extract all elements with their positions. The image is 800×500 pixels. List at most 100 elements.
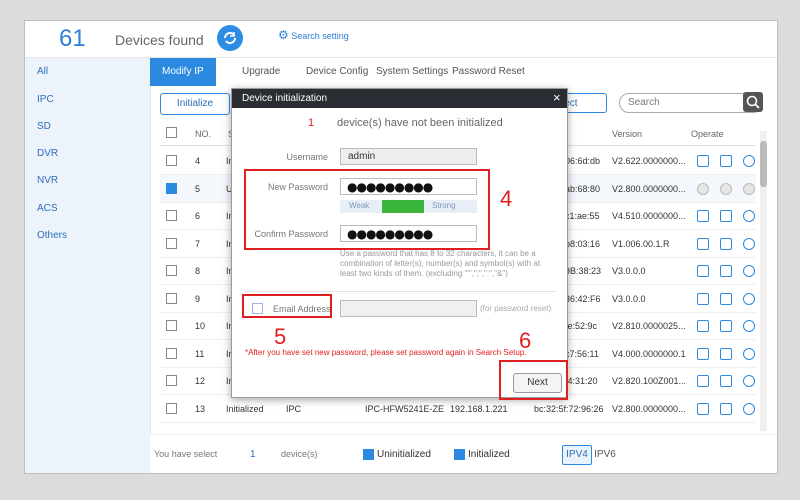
search-icon[interactable]: [743, 92, 763, 112]
details-icon[interactable]: [720, 182, 732, 195]
web-icon[interactable]: [743, 265, 755, 277]
tab-modify-ip[interactable]: Modify IP: [150, 58, 216, 86]
edit-icon[interactable]: [697, 375, 709, 387]
web-icon[interactable]: [743, 237, 755, 250]
details-icon[interactable]: [720, 320, 732, 332]
row-checkbox[interactable]: [166, 210, 177, 221]
details-icon[interactable]: [720, 155, 732, 167]
row-version: V2.810.0000025...: [612, 321, 686, 331]
web-icon[interactable]: [743, 375, 755, 387]
web-icon[interactable]: [743, 292, 755, 305]
username-label: Username: [286, 152, 328, 162]
select-summary-label: You have select: [154, 449, 218, 459]
row-checkbox[interactable]: [166, 320, 177, 331]
details-icon[interactable]: [720, 403, 732, 415]
row-mac: c7:56:11: [565, 348, 599, 359]
uninitialized-label: Uninitialized: [377, 449, 431, 460]
tab-system-settings[interactable]: System Settings: [376, 58, 448, 86]
row-mac: fe:52:9c: [565, 321, 598, 331]
row-mac: 06:6d:db: [565, 156, 601, 166]
sidebar-item-others[interactable]: Others: [25, 222, 150, 249]
details-icon[interactable]: [720, 375, 732, 387]
ipv4-toggle[interactable]: IPV4: [562, 445, 592, 465]
tab-upgrade[interactable]: Upgrade: [242, 58, 280, 86]
sidebar-item-nvr[interactable]: NVR: [25, 167, 150, 194]
sidebar-item-sd[interactable]: SD: [25, 113, 150, 140]
row-checkbox[interactable]: [166, 265, 177, 276]
scrollbar-thumb[interactable]: [760, 141, 767, 187]
uninitialized-checkbox[interactable]: [363, 449, 374, 460]
password-hint: Use a password that has 8 to 32 characte…: [340, 249, 541, 278]
search-input[interactable]: Search: [619, 93, 763, 113]
select-count: 1: [250, 449, 256, 460]
table-row[interactable]: 13 Initialized IPC IPC-HFW5241E-ZE 192.1…: [160, 395, 756, 423]
edit-icon[interactable]: [697, 292, 709, 305]
gear-icon: ⚙: [278, 28, 289, 42]
row-checkbox[interactable]: [166, 375, 177, 386]
row-no: 10: [195, 321, 206, 331]
web-icon[interactable]: [743, 403, 755, 415]
row-no: 5: [195, 183, 201, 194]
sidebar-item-dvr[interactable]: DVR: [25, 140, 150, 167]
row-checkbox[interactable]: [166, 347, 177, 359]
annotation-number-6: 6: [519, 328, 532, 353]
email-input[interactable]: [340, 300, 477, 317]
edit-icon[interactable]: [697, 320, 709, 332]
close-icon[interactable]: ×: [553, 90, 561, 105]
row-no: 6: [195, 211, 201, 221]
details-icon[interactable]: [720, 347, 732, 360]
footer-bar: You have select 1 device(s) Uninitialize…: [150, 434, 777, 473]
ipv6-toggle[interactable]: IPV6: [592, 446, 618, 464]
edit-icon[interactable]: [697, 210, 709, 222]
details-icon[interactable]: [720, 210, 732, 222]
row-version: V4.510.0000000...: [612, 211, 686, 221]
top-bar: 61 Devices found ⚙ Search setting: [25, 21, 777, 58]
row-checkbox[interactable]: [166, 292, 177, 304]
row-checkbox[interactable]: [166, 155, 177, 166]
row-checkbox[interactable]: [166, 237, 177, 249]
row-version: V2.622.0000000...: [612, 156, 686, 166]
edit-icon[interactable]: [697, 155, 709, 167]
row-no: 13: [195, 404, 206, 414]
row-checkbox[interactable]: [166, 182, 177, 194]
device-count: 61: [59, 25, 86, 52]
initialize-button[interactable]: Initialize: [160, 93, 230, 115]
select-all-checkbox[interactable]: [166, 127, 177, 138]
web-icon[interactable]: [743, 210, 755, 222]
sidebar-item-all[interactable]: All: [25, 58, 150, 85]
details-icon[interactable]: [720, 237, 732, 250]
web-icon[interactable]: [743, 347, 755, 360]
edit-icon[interactable]: [697, 182, 709, 195]
edit-icon[interactable]: [697, 265, 709, 277]
row-version: V3.0.0.0: [612, 293, 646, 304]
edit-icon[interactable]: [697, 347, 709, 360]
row-version: V3.0.0.0: [612, 266, 646, 276]
row-version: V2.820.100Z001...: [612, 376, 687, 386]
col-no: NO.: [195, 129, 212, 139]
row-no: 7: [195, 238, 201, 249]
row-mac: ab:68:80: [565, 183, 601, 194]
web-icon[interactable]: [743, 182, 755, 195]
search-setting-link[interactable]: ⚙ Search setting: [278, 28, 349, 42]
row-model: IPC-HFW5241E-ZE: [365, 404, 445, 414]
web-icon[interactable]: [743, 155, 755, 167]
initialized-checkbox[interactable]: [454, 449, 465, 460]
row-checkbox[interactable]: [166, 403, 177, 414]
edit-icon[interactable]: [697, 237, 709, 250]
initialized-label: Initialized: [468, 449, 510, 460]
row-version: V2.800.0000000...: [612, 404, 686, 414]
edit-icon[interactable]: [697, 403, 709, 415]
tab-password-reset[interactable]: Password Reset: [452, 58, 525, 86]
sidebar-item-acs[interactable]: ACS: [25, 195, 150, 222]
dialog-note: *After you have set new password, please…: [245, 348, 527, 357]
details-icon[interactable]: [720, 265, 732, 277]
annotation-number-5: 5: [274, 324, 287, 349]
tab-device-config[interactable]: Device Config: [306, 58, 368, 86]
sidebar-item-ipc[interactable]: IPC: [25, 86, 150, 113]
row-version: V2.800.0000000...: [612, 183, 686, 194]
device-unit-label: device(s): [281, 449, 318, 459]
search-setting-label: Search setting: [291, 31, 349, 41]
details-icon[interactable]: [720, 292, 732, 305]
web-icon[interactable]: [743, 320, 755, 332]
refresh-icon[interactable]: [217, 25, 243, 51]
